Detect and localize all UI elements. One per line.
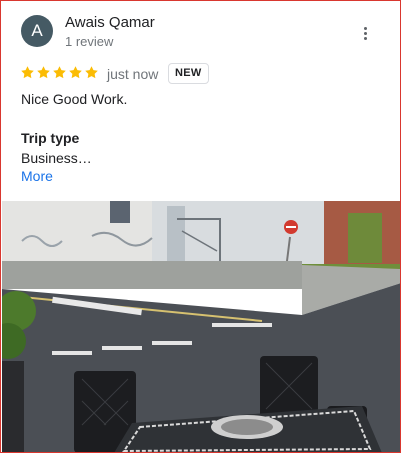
avatar-initial: A — [31, 21, 43, 40]
new-badge: NEW — [168, 63, 209, 84]
review-text: Nice Good Work. — [21, 91, 128, 107]
reviewer-name[interactable]: Awais Qamar — [65, 14, 155, 31]
photo-scene — [2, 201, 400, 452]
star-icon — [53, 66, 66, 79]
trip-type-value: Business… — [21, 150, 92, 166]
posted-time: just now — [107, 66, 159, 82]
star-icon — [37, 66, 50, 79]
more-vert-icon[interactable] — [357, 23, 373, 43]
review-photo[interactable] — [2, 201, 400, 452]
more-link[interactable]: More — [21, 168, 53, 184]
trip-type-heading: Trip type — [21, 130, 80, 146]
star-icon — [69, 66, 82, 79]
star-rating — [20, 65, 99, 80]
star-icon — [85, 66, 98, 79]
avatar[interactable]: A — [21, 15, 53, 47]
star-icon — [21, 66, 34, 79]
review-card: A Awais Qamar 1 review just now NEW Nice… — [0, 0, 401, 453]
review-count: 1 review — [65, 34, 114, 49]
